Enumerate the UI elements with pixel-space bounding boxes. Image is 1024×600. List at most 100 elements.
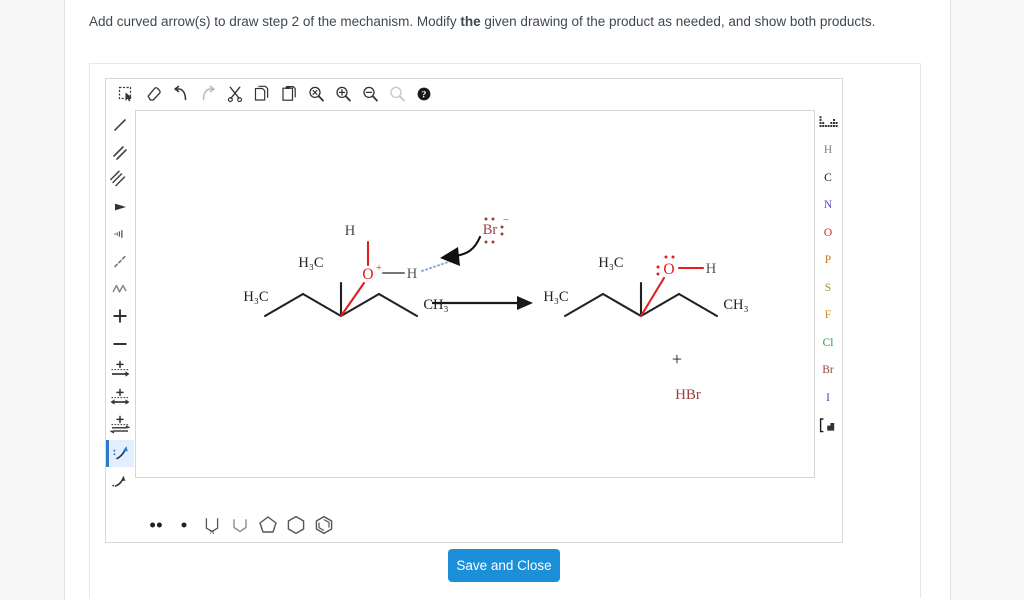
element-label-F: F (824, 309, 832, 322)
element-label-Br: Br (822, 364, 834, 377)
product-methyl-left-label: H₃C (543, 289, 568, 305)
element-palette: H C N O P S F Cl Br I (814, 109, 842, 439)
cut-scissors-icon[interactable] (221, 81, 248, 107)
plus-sign: + (672, 349, 682, 369)
save-and-close-button[interactable]: Save and Close (448, 549, 560, 582)
zoom-reset-icon[interactable] (302, 81, 329, 107)
product-h-label: H (706, 261, 717, 277)
product-bond-left-ch2 (563, 292, 605, 318)
pyrrole-ring-tool[interactable]: N (198, 511, 226, 539)
product-bond-left-ch2-c (601, 292, 643, 318)
element-button-I[interactable]: I (814, 384, 842, 412)
curved-arrow-br-to-h (454, 235, 482, 258)
product-methyl-right-label: CH₃ (723, 297, 748, 313)
element-button-P[interactable]: P (814, 247, 842, 275)
reactant-methyl-right-label: CH₃ (423, 297, 448, 313)
bond-c-right-ch2 (339, 292, 381, 318)
page-right-gutter (951, 0, 1024, 600)
zoom-in-icon[interactable] (329, 81, 356, 107)
select-lasso-icon[interactable] (113, 81, 140, 107)
hashed-wedge-bond-tool[interactable] (106, 221, 134, 248)
single-bond-tool[interactable] (106, 111, 134, 138)
eraser-icon[interactable] (140, 81, 167, 107)
paste-icon[interactable] (275, 81, 302, 107)
element-button-O[interactable]: O (814, 219, 842, 247)
equilibrium-arrow-tool[interactable] (106, 412, 134, 439)
prompt-text-c: given drawing of the product as needed, … (480, 14, 817, 29)
sketcher-bottom-toolbar: N (106, 508, 844, 542)
product-structure: H₃C H₃C CH₃ O H (543, 255, 749, 318)
page-left-gutter (0, 0, 64, 600)
element-button-Cl[interactable]: Cl (814, 329, 842, 357)
resonance-arrow-tool[interactable] (106, 385, 134, 412)
reactant-structure: H H₃C H₃C CH₃ O + H Br − (243, 214, 509, 318)
reactant-oxygen-label: O (362, 266, 373, 283)
double-bond-tool[interactable] (106, 138, 134, 165)
help-icon[interactable]: ? (410, 81, 437, 107)
element-label-C: C (824, 171, 832, 184)
sketcher-top-toolbar: ? (106, 79, 844, 109)
question-prompt: Add curved arrow(s) to draw step 2 of th… (89, 11, 879, 32)
reactant-h-top-label: H (345, 223, 356, 239)
zoom-out-icon[interactable] (356, 81, 383, 107)
cyclohexane-ring-tool[interactable] (282, 511, 310, 539)
svg-text:?: ? (421, 91, 426, 101)
bond-c-oxygen (339, 281, 366, 318)
element-button-S[interactable]: S (814, 274, 842, 302)
svg-text:N: N (210, 529, 215, 535)
prompt-text-emphasis: the (460, 14, 481, 29)
prompt-text-a: Add curved arrow(s) to draw step 2 of th… (89, 14, 461, 29)
product-methyl-upper-label: H₃C (598, 255, 623, 271)
periodic-table-icon[interactable] (814, 109, 842, 137)
minus-charge-tool[interactable] (106, 330, 134, 357)
undo-icon[interactable] (167, 81, 194, 107)
element-label-P: P (824, 254, 832, 267)
cyclopentane-ring-tool[interactable] (254, 511, 282, 539)
element-label-I: I (826, 391, 830, 404)
element-label-Cl: Cl (822, 336, 834, 349)
byproduct-hbr-label: HBr (675, 387, 701, 403)
bracket-tool-icon[interactable] (814, 412, 842, 440)
element-label-H: H (823, 144, 833, 157)
drawing-canvas[interactable]: H H₃C H₃C CH₃ O + H Br − H₃C H₃C CH₃ O H… (135, 110, 815, 478)
product-oxygen-label: O (663, 261, 674, 278)
cyclobutane-ring-tool[interactable] (226, 511, 254, 539)
benzene-ring-tool[interactable] (310, 511, 338, 539)
reactant-h-right-label: H (407, 266, 418, 282)
sketcher-left-toolbar (106, 109, 134, 509)
redo-icon[interactable] (194, 81, 221, 107)
reactant-methyl-left-label: H₃C (243, 289, 268, 305)
element-button-F[interactable]: F (814, 302, 842, 330)
reactant-methyl-upper-label: H₃C (298, 255, 323, 271)
element-label-S: S (824, 281, 832, 294)
prompt-text-line2: products. (819, 14, 876, 29)
element-button-N[interactable]: N (814, 192, 842, 220)
bond-left-ch2 (263, 292, 305, 318)
copy-icon[interactable] (248, 81, 275, 107)
reaction-arrow-tool[interactable] (106, 358, 134, 385)
chain-tool[interactable] (106, 275, 134, 302)
bromide-label: Br (483, 222, 498, 238)
bond-right-ch2-ch3 (377, 292, 419, 318)
plus-charge-tool[interactable] (106, 303, 134, 330)
element-label-O: O (823, 226, 833, 239)
bond-left-ch2-c (301, 292, 343, 318)
element-button-Br[interactable]: Br (814, 357, 842, 385)
lone-pair-tool[interactable] (142, 511, 170, 539)
molecule-sketcher: ? H C N O P S F Cl Br I H H₃C H₃C CH₃ O … (105, 78, 843, 543)
wedge-bond-tool[interactable] (106, 193, 134, 220)
page-root: Add curved arrow(s) to draw step 2 of th… (0, 0, 1024, 600)
reactant-oxygen-charge: + (376, 263, 382, 274)
element-button-H[interactable]: H (814, 137, 842, 165)
curved-arrow-single-barb-tool[interactable] (106, 467, 134, 494)
curved-arrow-double-barb-tool[interactable] (106, 439, 134, 468)
product-bond-right-ch2-ch3 (677, 292, 719, 318)
dashed-bond-tool[interactable] (106, 248, 134, 275)
reaction-arrow-head (517, 296, 533, 310)
zoom-fit-icon[interactable] (383, 81, 410, 107)
radical-tool[interactable] (170, 511, 198, 539)
triple-bond-tool[interactable] (106, 166, 134, 193)
element-button-C[interactable]: C (814, 164, 842, 192)
bromide-charge: − (503, 214, 509, 226)
element-label-N: N (823, 199, 833, 212)
